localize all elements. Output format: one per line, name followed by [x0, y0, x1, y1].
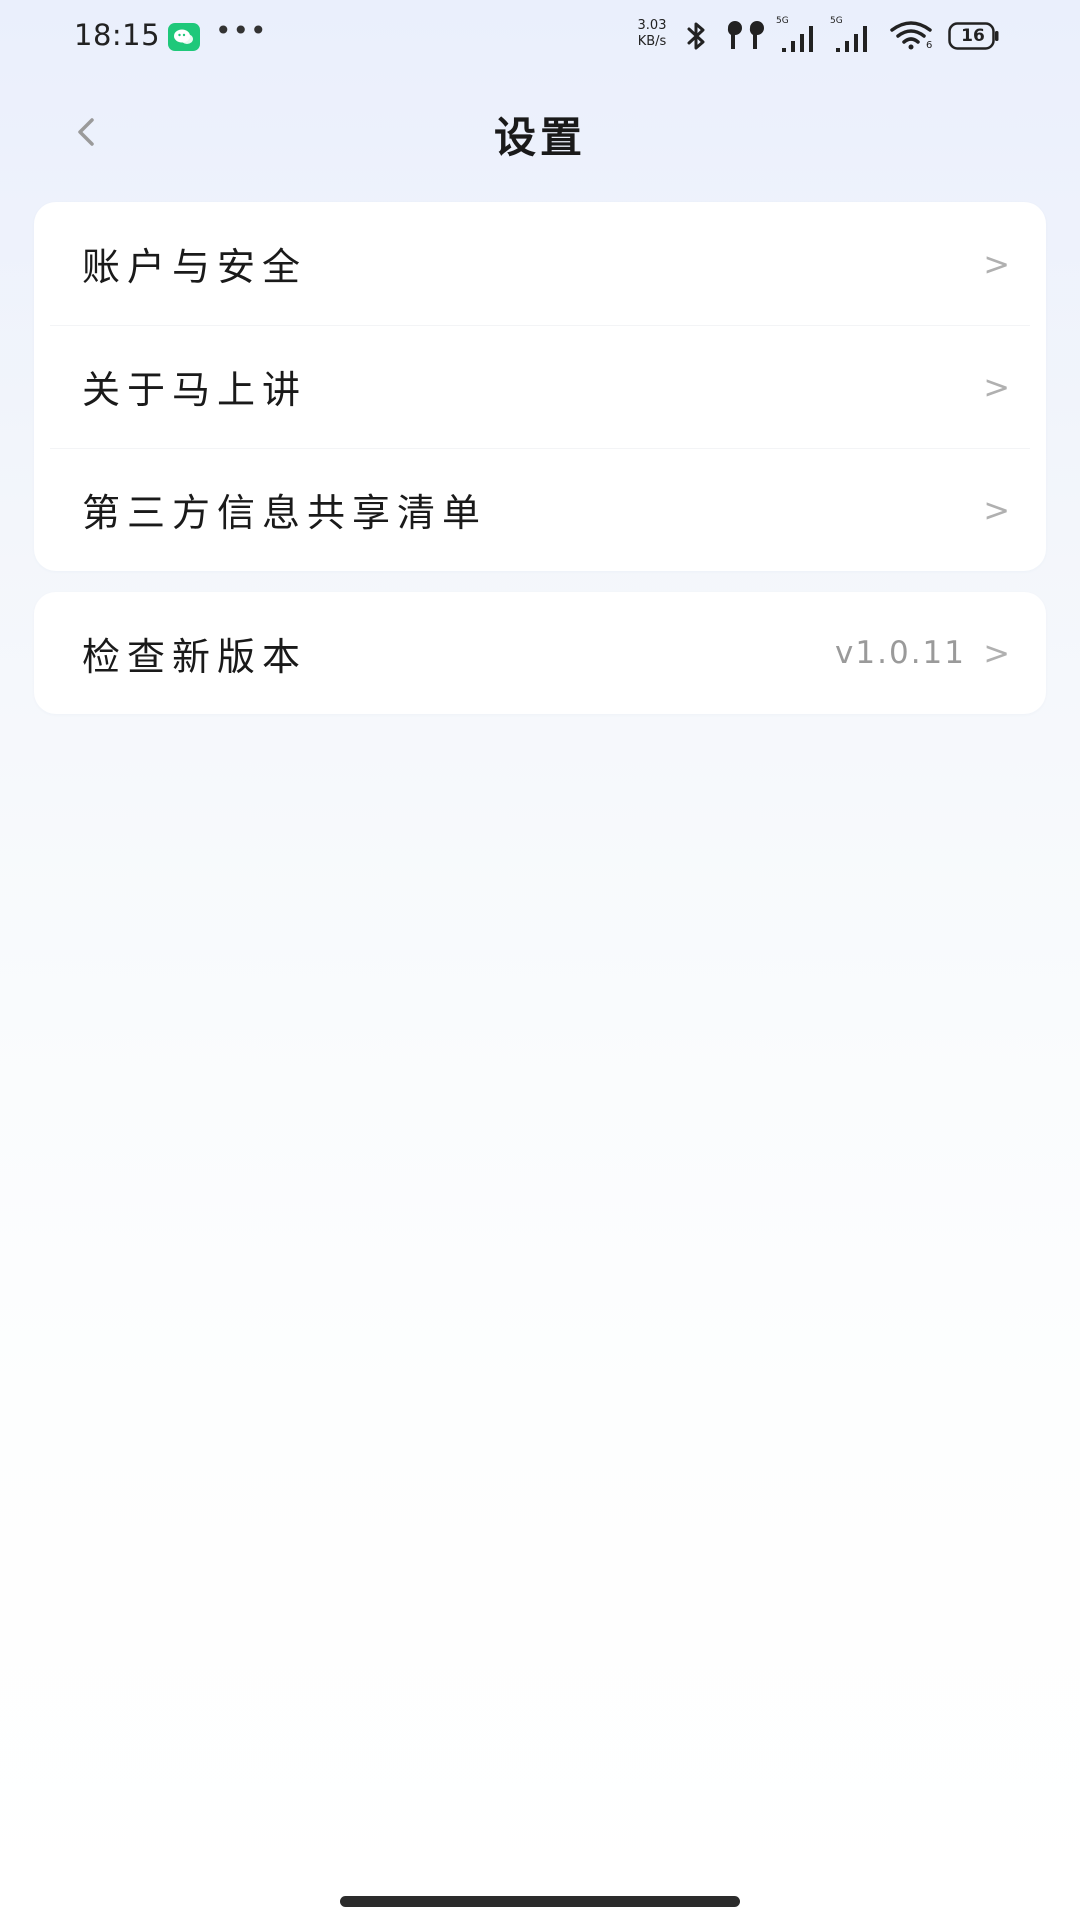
settings-group-1: 账户与安全 > 关于马上讲 > 第三方信息共享清单 >	[34, 202, 1046, 571]
network-speed-unit: KB/s	[637, 34, 667, 49]
wifi: 6	[890, 20, 938, 54]
menu-item-account-security[interactable]: 账户与安全 >	[34, 202, 1046, 325]
chat-app-icon	[168, 23, 200, 51]
menu-item-label: 账户与安全	[82, 245, 308, 289]
menu-item-label: 关于马上讲	[82, 368, 308, 412]
signal-2-tag: 5G	[830, 16, 843, 26]
menu-item-label: 检查新版本	[82, 634, 308, 679]
menu-item-third-party-sharing[interactable]: 第三方信息共享清单 >	[34, 448, 1046, 571]
signal-icon	[836, 26, 867, 52]
signal-1: 5G	[776, 16, 824, 54]
status-time: 18:15	[74, 18, 161, 52]
network-speed: 3.03 KB/s	[630, 18, 674, 50]
signal-1-tag: 5G	[776, 16, 789, 26]
home-indicator[interactable]	[340, 1896, 740, 1907]
chevron-right-icon: >	[983, 244, 1010, 283]
menu-item-check-update[interactable]: 检查新版本 v1.0.11 >	[34, 592, 1046, 714]
battery-level: 16	[961, 26, 985, 46]
chevron-right-icon: >	[983, 490, 1010, 529]
page-title: 设置	[493, 113, 586, 162]
chevron-right-icon: >	[983, 634, 1010, 672]
signal-2: 5G	[830, 16, 878, 54]
bluetooth-icon	[687, 22, 705, 50]
settings-group-2: 检查新版本 v1.0.11 >	[34, 592, 1046, 714]
more-notifications-icon: •••	[215, 14, 268, 47]
menu-item-label: 第三方信息共享清单	[82, 491, 488, 535]
status-bar: 18:15 ••• 3.03 KB/s 5G 5G 6 16	[0, 0, 1080, 72]
wifi-tag: 6	[926, 40, 933, 51]
network-speed-value: 3.03	[637, 18, 667, 33]
earbuds-icon	[727, 21, 764, 49]
menu-item-about[interactable]: 关于马上讲 >	[34, 325, 1046, 448]
version-value: v1.0.11	[835, 635, 966, 671]
signal-icon	[782, 26, 813, 52]
chevron-right-icon: >	[983, 367, 1010, 406]
